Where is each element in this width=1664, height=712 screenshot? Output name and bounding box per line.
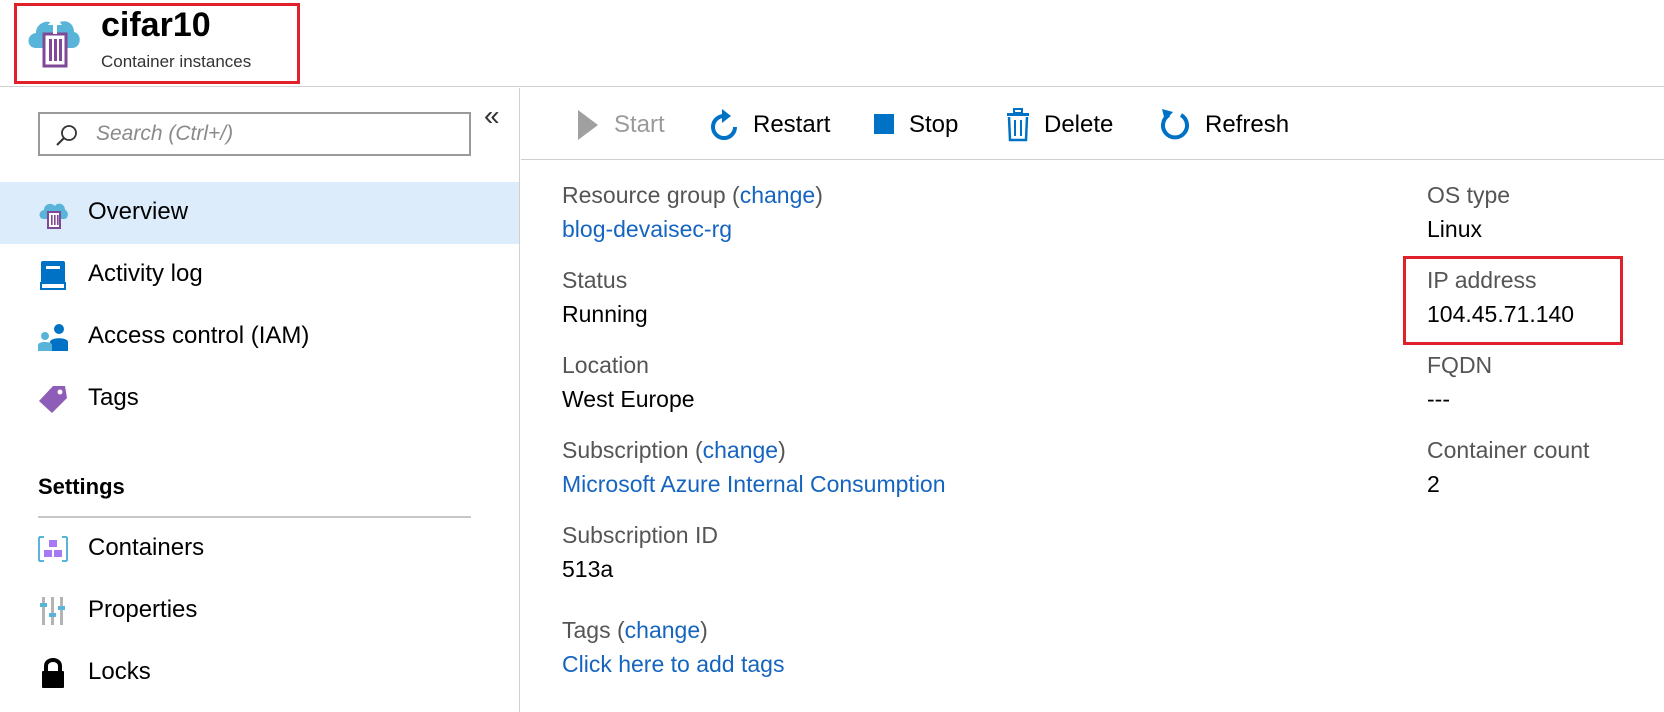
command-bar: Start Restart Stop Delete Refresh: [521, 88, 1664, 160]
sidebar-item-locks[interactable]: Locks: [0, 642, 519, 704]
container-count-value: 2: [1427, 471, 1440, 497]
ip-address-label: IP address: [1427, 267, 1537, 293]
sidebar-item-activity-log[interactable]: Activity log: [0, 244, 519, 306]
search-input[interactable]: [96, 120, 456, 148]
search-icon: [56, 125, 77, 146]
os-type-value: Linux: [1427, 216, 1482, 242]
subscription-id-label: Subscription ID: [562, 522, 718, 548]
search-box[interactable]: [38, 112, 471, 156]
lock-icon: [42, 658, 64, 688]
os-type-label: OS type: [1427, 182, 1511, 208]
sidebar-item-label: Tags: [88, 384, 139, 411]
change-resource-group-link[interactable]: change: [740, 182, 815, 208]
refresh-button[interactable]: Refresh: [1159, 108, 1289, 142]
ip-address-value: 104.45.71.140: [1427, 301, 1575, 327]
resource-group-link[interactable]: blog-devaisec-rg: [562, 216, 732, 243]
play-icon: [578, 110, 598, 140]
properties-icon: [40, 597, 65, 625]
refresh-icon: [1161, 109, 1189, 140]
container-count-label: Container count: [1427, 437, 1590, 463]
sidebar-item-properties[interactable]: Properties: [0, 580, 519, 642]
delete-button[interactable]: Delete: [1006, 108, 1113, 142]
tags-label: Tags (change): [562, 617, 708, 643]
sidebar-item-label: Locks: [88, 658, 151, 685]
sidebar: « Overview Activity log Access control (…: [0, 88, 520, 712]
page-title: cifar10: [101, 6, 211, 44]
resource-group-label: Resource group (change): [562, 182, 823, 208]
fqdn-label: FQDN: [1427, 352, 1493, 378]
activity-log-icon: [40, 261, 66, 290]
sidebar-item-label: Overview: [88, 198, 189, 225]
fqdn-value: ---: [1427, 386, 1450, 412]
location-label: Location: [562, 352, 649, 378]
containers-icon: [38, 536, 68, 562]
stop-button[interactable]: Stop: [873, 108, 958, 142]
sidebar-item-access-control[interactable]: Access control (IAM): [0, 306, 519, 368]
page-header: cifar10 Container instances: [0, 0, 1664, 87]
status-value: Running: [562, 301, 648, 327]
status-label: Status: [562, 267, 628, 293]
delete-icon: [1007, 108, 1029, 142]
subscription-label: Subscription (change): [562, 437, 786, 463]
change-tags-link[interactable]: change: [625, 617, 700, 643]
sidebar-item-label: Containers: [88, 534, 205, 561]
sidebar-item-label: Activity log: [88, 260, 203, 287]
tag-icon: [39, 386, 67, 413]
subscription-id-value: 513a: [562, 556, 614, 582]
sidebar-item-overview[interactable]: Overview: [0, 182, 519, 244]
iam-icon: [38, 324, 68, 351]
collapse-sidebar-icon[interactable]: «: [484, 102, 500, 130]
container-instance-icon: [28, 16, 80, 68]
sidebar-item-label: Properties: [88, 596, 198, 623]
add-tags-link[interactable]: Click here to add tags: [562, 651, 784, 678]
location-value: West Europe: [562, 386, 695, 412]
sidebar-item-label: Access control (IAM): [88, 322, 310, 349]
change-subscription-link[interactable]: change: [703, 437, 778, 463]
stop-icon: [874, 114, 894, 134]
sidebar-item-containers[interactable]: Containers: [0, 518, 519, 580]
container-instance-icon: [39, 203, 68, 229]
subscription-link[interactable]: Microsoft Azure Internal Consumption: [562, 471, 946, 498]
start-button[interactable]: Start: [576, 108, 665, 142]
restart-button[interactable]: Restart: [709, 108, 830, 142]
restart-icon: [711, 109, 737, 140]
page-subtitle: Container instances: [101, 52, 252, 71]
settings-section-title: Settings: [38, 474, 125, 499]
sidebar-item-tags[interactable]: Tags: [0, 368, 519, 430]
